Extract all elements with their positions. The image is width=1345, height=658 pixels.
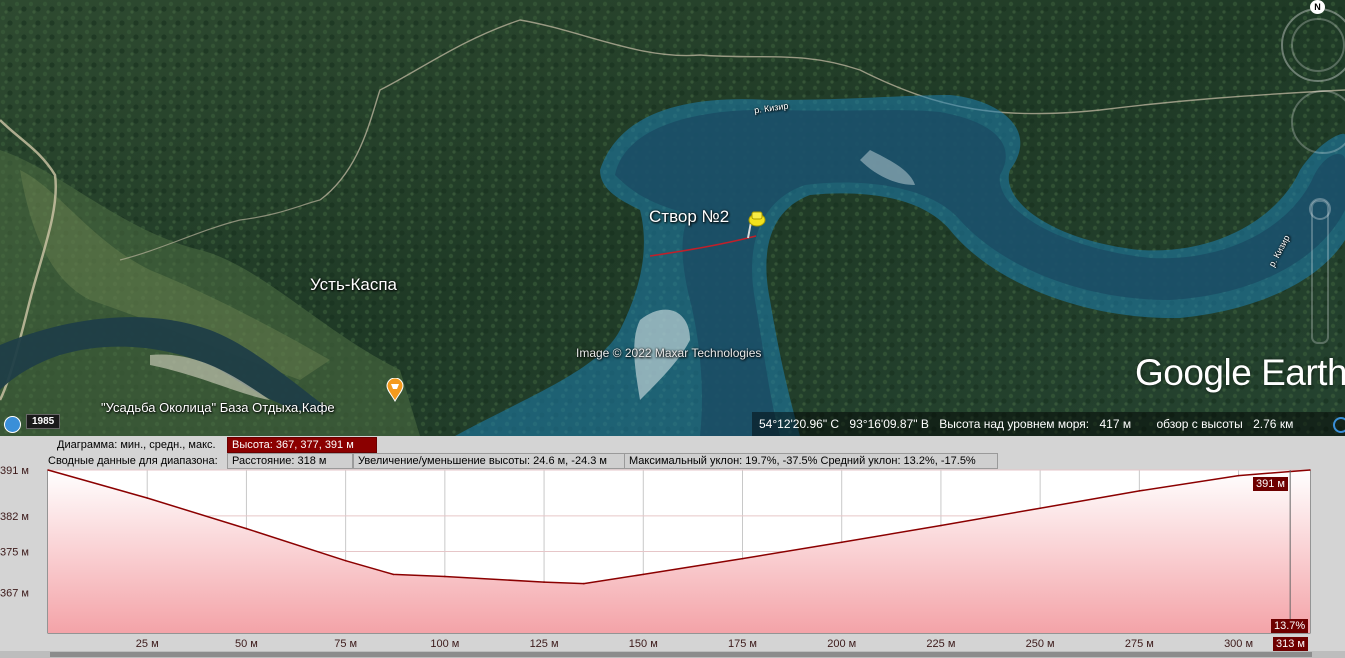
x-tick-label: 225 м [926,638,955,650]
cursor-distance-flag: 313 м [1273,637,1308,651]
placemark-pin-icon[interactable] [745,208,767,240]
elevation-point [582,582,585,585]
x-tick-label: 200 м [827,638,856,650]
map-view[interactable]: Усть-Каспа Створ №2 "Усадьба Околица" Ба… [0,0,1345,436]
elevation-point [940,524,942,527]
streaming-status-icon [1333,417,1345,433]
elevation-point [444,575,446,578]
cursor-slope-flag: 13.7% [1271,619,1309,633]
elevation-point [1237,474,1240,477]
elevation-label: Высота над уровнем моря: [939,417,1090,431]
y-tick-label: 375 м [0,547,29,559]
x-tick-label: 275 м [1125,638,1154,650]
elevation-point [392,573,395,576]
elevation-point [344,559,347,562]
x-tick-label: 300 м [1224,638,1253,650]
x-tick-label: 50 м [235,638,258,650]
elevation-point [245,527,248,530]
x-tick-label: 150 м [629,638,658,650]
elevation-profile-panel: Диаграмма: мин., средн., макс. Высота: 3… [0,436,1345,658]
y-tick-label: 382 м [0,511,29,523]
profile-scrollbar-thumb[interactable] [50,652,1312,657]
elevation-stats-value: Высота: 367, 377, 391 м [227,437,377,453]
elevation-point [543,581,545,583]
elevation-point [840,541,843,544]
north-up-button[interactable]: N [1310,0,1325,14]
coordinates-readout: 54°12'20.96" С 93°16'09.87" В Высота над… [752,412,1345,436]
chart-stats-label: Диаграмма: мин., средн., макс. [57,439,216,451]
eye-altitude-label: обзор с высоты [1156,417,1243,431]
longitude: 93°16'09.87" В [849,417,929,431]
x-tick-label: 25 м [136,638,159,650]
elevation-point [47,469,49,471]
elevation-point [1039,507,1041,510]
elevation-value: 417 м [1099,417,1132,431]
eye-altitude-value: 2.76 км [1253,417,1294,431]
zoom-slider[interactable] [1311,200,1329,344]
x-tick-label: 175 м [728,638,757,650]
elevation-point [741,557,744,560]
elevation-point [642,573,645,576]
zoom-slider-handle[interactable] [1309,198,1331,220]
latitude: 54°12'20.96" С [759,417,840,431]
history-clock-icon[interactable] [4,416,21,433]
imagery-year-badge[interactable]: 1985 [26,414,61,429]
elevation-point [1138,490,1141,492]
poi-food-icon[interactable] [386,378,404,402]
max-elevation-flag: 391 м [1253,477,1288,491]
elevation-chart[interactable]: 25 м 50 м 75 м 100 м 125 м 150 м 175 м 200 м 225… [0,466,1345,652]
imagery-attribution: Image © 2022 Maxar Technologies [576,346,762,360]
y-tick-label: 367 м [0,587,29,599]
elevation-point [146,497,149,499]
placemark-label-stvor[interactable]: Створ №2 [649,207,729,227]
x-tick-label: 125 м [530,638,559,650]
place-label-ust-kaspa[interactable]: Усть-Каспа [310,275,397,295]
google-earth-logo: Google Earth [1135,352,1345,393]
elevation-point [1309,469,1311,471]
compass-icon[interactable] [1291,18,1345,72]
x-tick-label: 75 м [334,638,357,650]
profile-scrollbar[interactable] [0,651,1345,658]
status-bar: 1985 54°12'20.96" С 93°16'09.87" В Высот… [0,412,1345,436]
y-tick-label: 391 м [0,466,29,477]
x-tick-label: 100 м [430,638,459,650]
x-tick-label: 250 м [1026,638,1055,650]
